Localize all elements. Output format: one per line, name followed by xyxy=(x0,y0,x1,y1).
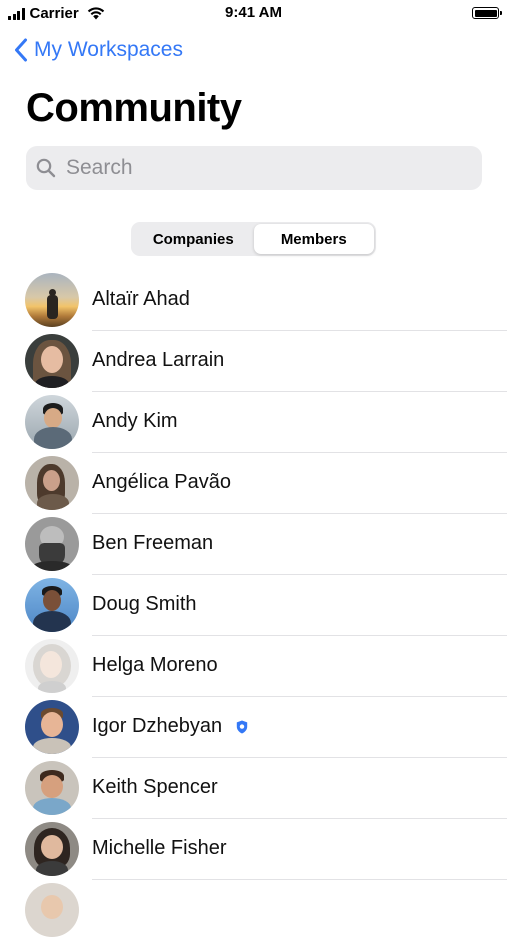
segmented-control: Companies Members xyxy=(131,222,376,256)
list-item[interactable]: Altaïr Ahad xyxy=(0,270,507,331)
member-name: Andrea Larrain xyxy=(92,349,225,371)
search-input[interactable] xyxy=(64,155,448,181)
back-button[interactable]: My Workspaces xyxy=(14,38,183,62)
search-bar[interactable] xyxy=(26,146,482,190)
avatar xyxy=(25,517,79,571)
member-name: Angélica Pavão xyxy=(92,471,231,493)
page-title: Community xyxy=(26,86,242,130)
avatar xyxy=(25,700,79,754)
list-item[interactable]: Andrea Larrain xyxy=(0,331,507,392)
chevron-left-icon xyxy=(15,38,27,62)
list-item[interactable]: Ben Freeman xyxy=(0,514,507,575)
member-name: Ben Freeman xyxy=(92,532,214,554)
back-label: My Workspaces xyxy=(34,38,183,61)
member-name: Doug Smith xyxy=(92,593,197,615)
list-item[interactable]: Michelle Fisher xyxy=(0,819,507,880)
member-name: Andy Kim xyxy=(92,410,178,432)
list-item[interactable]: Igor Dzhebyan xyxy=(0,697,507,758)
list-item[interactable]: Helga Moreno xyxy=(0,636,507,697)
status-bar: Carrier 9:41 AM xyxy=(0,0,507,26)
member-name: Michelle Fisher xyxy=(92,837,227,859)
avatar xyxy=(25,273,79,327)
avatar xyxy=(25,395,79,449)
member-name: Helga Moreno xyxy=(92,654,218,676)
avatar xyxy=(25,639,79,693)
avatar xyxy=(25,456,79,510)
list-item[interactable]: Doug Smith xyxy=(0,575,507,636)
search-icon xyxy=(36,158,56,178)
list-item[interactable]: Keith Spencer xyxy=(0,758,507,819)
list-item[interactable]: Angélica Pavão xyxy=(0,453,507,514)
segment-members[interactable]: Members xyxy=(253,224,374,254)
segment-companies[interactable]: Companies xyxy=(133,224,254,254)
member-name: Igor Dzhebyan xyxy=(92,715,248,738)
avatar xyxy=(25,578,79,632)
avatar xyxy=(25,822,79,876)
avatar xyxy=(25,883,79,937)
avatar xyxy=(25,761,79,815)
list-item-partial[interactable] xyxy=(0,880,507,941)
member-name: Altaïr Ahad xyxy=(92,288,190,310)
member-name: Keith Spencer xyxy=(92,776,218,798)
status-time: 9:41 AM xyxy=(225,4,282,21)
list-item[interactable]: Andy Kim xyxy=(0,392,507,453)
shield-icon xyxy=(236,720,248,733)
avatar xyxy=(25,334,79,388)
member-list: Altaïr Ahad Andrea Larrain Andy Kim Angé… xyxy=(0,270,507,941)
battery-icon xyxy=(472,7,502,19)
